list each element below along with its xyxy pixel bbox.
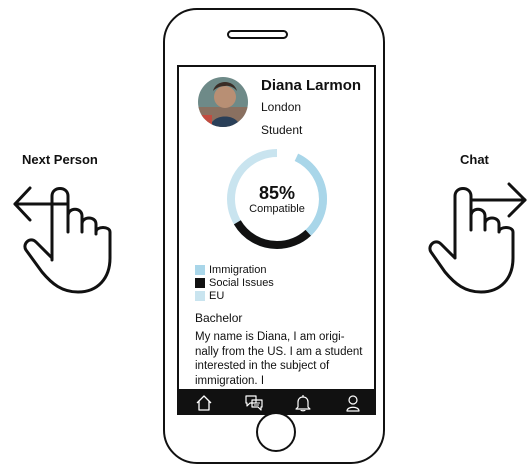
legend-item: Social Issues [195, 276, 274, 289]
topic-legend: Immigration Social Issues EU [195, 263, 274, 302]
nav-notifications-button[interactable] [291, 392, 315, 413]
legend-label: Social Issues [209, 276, 274, 289]
legend-swatch [195, 277, 205, 288]
swipe-left-gesture-icon[interactable] [10, 172, 132, 300]
profile-bio: My name is Diana, I am origi-nally from … [195, 331, 363, 387]
profile-occupation: Student [261, 123, 303, 137]
legend-swatch [195, 290, 205, 301]
phone-home-button[interactable] [256, 412, 296, 452]
swipe-right-gesture-icon[interactable] [425, 170, 529, 300]
nav-home-button[interactable] [192, 392, 216, 413]
profile-icon [346, 395, 360, 412]
nav-chat-button[interactable] [242, 392, 266, 413]
legend-label: Immigration [209, 263, 267, 276]
legend-item: EU [195, 289, 274, 302]
home-icon [196, 395, 212, 411]
nav-profile-button[interactable] [341, 392, 365, 413]
chat-label: Chat [460, 152, 489, 167]
avatar[interactable] [198, 77, 248, 127]
compatibility-text: Compatible [249, 202, 305, 215]
phone-screen: Diana Larmon London Student 85% Compatib… [177, 65, 376, 415]
compatibility-percent: 85% [258, 182, 296, 203]
legend-label: EU [209, 289, 225, 302]
chat-icon [245, 395, 263, 411]
phone-speaker [227, 30, 288, 39]
profile-degree: Bachelor [195, 311, 243, 325]
compatibility-label: 85% Compatible [225, 147, 329, 251]
legend-item: Immigration [195, 263, 274, 276]
bell-icon [295, 395, 311, 412]
profile-city: London [261, 100, 302, 114]
legend-swatch [195, 264, 205, 275]
profile-name: Diana Larmon [261, 77, 362, 94]
next-person-label: Next Person [22, 152, 98, 167]
